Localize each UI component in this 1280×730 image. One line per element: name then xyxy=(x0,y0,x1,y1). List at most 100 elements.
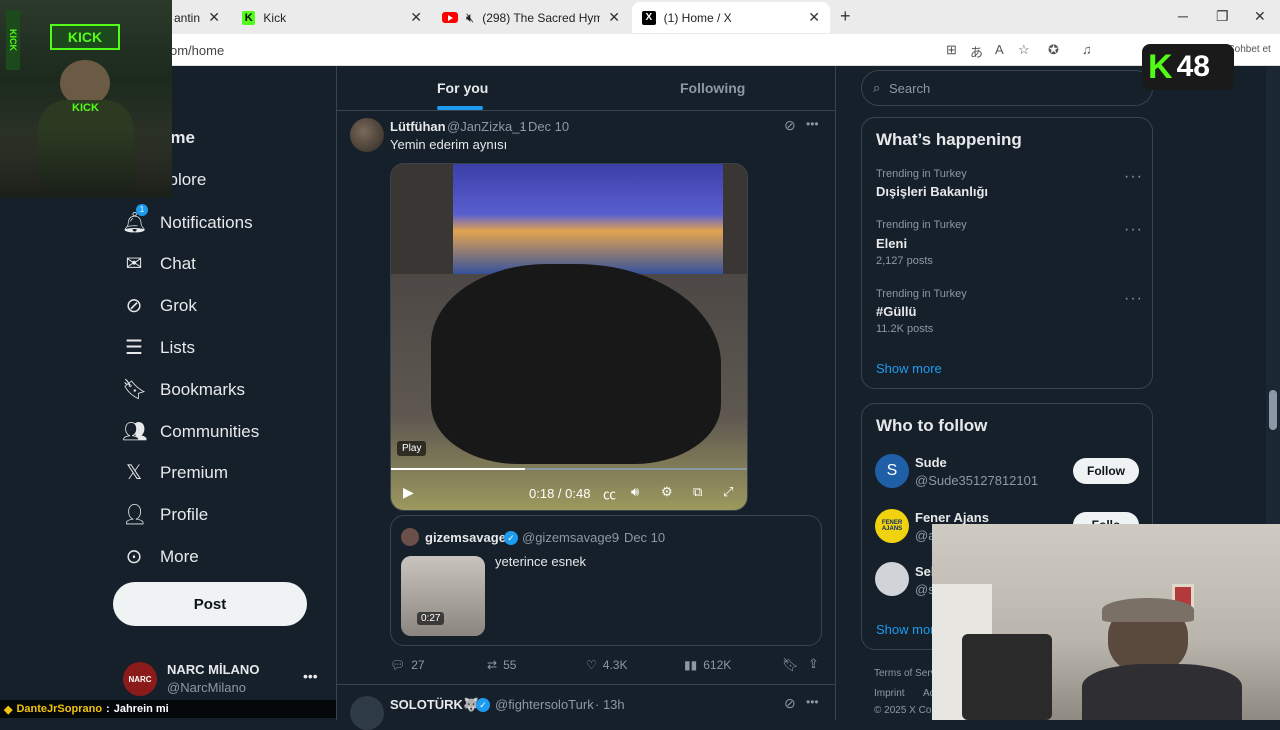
tab-youtube[interactable]: 🔇︎ (298) The Sacred Hymn of Wa ✕ xyxy=(432,2,630,33)
trend-more-icon[interactable]: ··· xyxy=(1124,221,1143,239)
account-menu-icon[interactable]: ••• xyxy=(303,668,318,684)
next-post-avatar[interactable] xyxy=(350,696,384,730)
verified-badge-icon: ✓ xyxy=(476,698,490,712)
quote-text: yeterince esnek xyxy=(495,554,587,569)
scrollbar-thumb[interactable] xyxy=(1269,390,1277,430)
video-progress-fill xyxy=(391,468,525,470)
nav-profile[interactable]: 👤︎ Profile xyxy=(122,502,208,527)
quoted-post[interactable]: gizemsavage ✓ @gizemsavage9 · Dec 10 0:2… xyxy=(390,515,822,646)
tab-kick[interactable]: K Kick ✕ xyxy=(232,2,432,33)
url-field[interactable]: om/home xyxy=(170,43,224,58)
nav-more[interactable]: ⊙ More xyxy=(122,544,199,569)
grok-analyze-icon[interactable]: ⊘ xyxy=(784,695,796,712)
tab-for-you[interactable]: For you xyxy=(437,80,488,96)
minimize-icon[interactable]: ─ xyxy=(1178,8,1188,24)
search-box[interactable]: ⌕ Search xyxy=(861,70,1153,106)
post-date[interactable]: · Dec 10 xyxy=(520,119,569,134)
window-close-icon[interactable]: ✕ xyxy=(1254,8,1266,25)
suggestion-avatar[interactable]: FENER AJANS xyxy=(875,509,909,543)
trend-more-icon[interactable]: ··· xyxy=(1124,168,1143,186)
suggestion-handle[interactable]: @Sude35127812101 xyxy=(915,473,1038,488)
quote-thumbnail[interactable]: 0:27 xyxy=(401,556,485,636)
reply-icon: 💬︎ xyxy=(390,658,406,672)
like-button[interactable]: ♡ 4.3K xyxy=(586,658,627,672)
trend-name[interactable]: Dışişleri Bakanlığı xyxy=(876,184,988,199)
grok-analyze-icon[interactable]: ⊘ xyxy=(784,117,796,134)
communities-icon: 👥︎ xyxy=(122,421,148,443)
read-aloud-icon[interactable]: A xyxy=(995,42,1004,57)
translate-icon[interactable]: あ xyxy=(970,42,983,61)
reply-button[interactable]: 💬︎ 27 xyxy=(390,658,425,672)
search-icon: ⌕ xyxy=(873,80,881,95)
x-logo-icon: 𝕏 xyxy=(125,462,143,484)
music-icon[interactable]: ♫ xyxy=(1082,42,1092,57)
search-input[interactable]: Search xyxy=(889,81,930,96)
fullscreen-icon[interactable]: ⤢ xyxy=(723,484,733,500)
nav-premium[interactable]: 𝕏 Premium xyxy=(122,460,228,485)
close-icon[interactable]: ✕ xyxy=(410,9,422,26)
post-author-handle[interactable]: @JanZizka_1 xyxy=(447,119,527,134)
suggestion-name[interactable]: Sude xyxy=(915,455,947,470)
share-icon[interactable]: ⇪ xyxy=(808,656,819,672)
muted-speaker-icon[interactable]: 🔇︎ xyxy=(466,10,474,26)
maximize-icon[interactable]: ❐ xyxy=(1216,8,1229,25)
next-post-author[interactable]: SOLOTÜRK🐺 xyxy=(390,697,479,713)
captions-icon[interactable]: ㏄ xyxy=(603,484,616,503)
tab-x-home[interactable]: X (1) Home / X ✕ xyxy=(632,2,830,33)
show-more-follow-link[interactable]: Show mor xyxy=(876,622,935,637)
nav-lists[interactable]: ☰ Lists xyxy=(122,335,195,360)
footer-terms-link[interactable]: Terms of Serv xyxy=(874,668,936,679)
kick-logo-icon: K xyxy=(1148,47,1173,86)
footer-imprint-link[interactable]: Imprint xyxy=(874,688,905,699)
chat-separator: : xyxy=(106,703,110,715)
trend-more-icon[interactable]: ··· xyxy=(1124,290,1143,308)
post-video[interactable]: Play ▶ 0:18 / 0:48 ㏄ 🔊︎ ⚙ ⧉ ⤢ xyxy=(390,163,748,511)
nav-chat[interactable]: ✉ Chat xyxy=(122,251,196,276)
new-tab-icon[interactable]: + xyxy=(840,6,851,27)
repost-button[interactable]: ⇄ 55 xyxy=(487,658,516,672)
post-more-icon[interactable]: ••• xyxy=(806,695,819,709)
volume-icon[interactable]: 🔊︎ xyxy=(631,484,639,500)
settings-gear-icon[interactable]: ⚙ xyxy=(661,484,673,500)
trend-category: Trending in Turkey xyxy=(876,219,967,231)
next-post-date[interactable]: · 13h xyxy=(595,697,625,712)
close-icon[interactable]: ✕ xyxy=(808,9,820,26)
favorite-star-icon[interactable]: ☆ xyxy=(1018,42,1030,58)
notification-badge: 1 xyxy=(136,204,148,216)
next-post-handle[interactable]: @fightersoloTurk xyxy=(495,697,594,712)
bookmark-action-icon[interactable]: 🔖︎ xyxy=(782,657,799,673)
pip-icon[interactable]: ⧉ xyxy=(693,484,702,500)
views-button[interactable]: ▮▮ 612K xyxy=(684,658,731,672)
tab-following[interactable]: Following xyxy=(680,80,745,96)
close-icon[interactable]: ✕ xyxy=(608,9,620,26)
suggestion-avatar[interactable]: S xyxy=(875,454,909,488)
quote-duration: 0:27 xyxy=(417,612,445,625)
account-avatar[interactable]: NARC xyxy=(123,662,157,696)
sohbet-label[interactable]: Sohbet et xyxy=(1228,44,1271,55)
play-icon[interactable]: ▶ xyxy=(403,484,414,501)
post-more-icon[interactable]: ••• xyxy=(806,117,819,131)
show-more-trends-link[interactable]: Show more xyxy=(876,361,942,376)
nav-grok[interactable]: ⊘ Grok xyxy=(122,293,197,318)
post-author-name[interactable]: Lütfühan xyxy=(390,119,446,134)
extensions-icon[interactable]: ✪ xyxy=(1048,42,1059,58)
kick-counter: 48 xyxy=(1176,50,1210,83)
nav-bookmarks[interactable]: 🔖︎ Bookmarks xyxy=(122,377,245,402)
chat-user-icon: ◆ xyxy=(4,703,13,716)
apps-icon[interactable]: ⊞ xyxy=(946,42,957,58)
post-avatar[interactable] xyxy=(350,118,384,152)
webcam-overlay xyxy=(932,524,1280,720)
account-handle[interactable]: @NarcMilano xyxy=(167,680,246,695)
post-button[interactable]: Post xyxy=(113,582,307,626)
close-icon[interactable]: ✕ xyxy=(208,9,220,26)
trend-name[interactable]: Eleni xyxy=(876,236,907,251)
nav-communities[interactable]: 👥︎ Communities xyxy=(122,419,259,444)
trend-category: Trending in Turkey xyxy=(876,168,967,180)
bell-icon: 🔔︎ 1 xyxy=(122,204,148,234)
follow-button[interactable]: Follow xyxy=(1073,458,1139,484)
trend-name[interactable]: #Güllü xyxy=(876,304,916,319)
nav-notifications[interactable]: 🔔︎ 1 Notifications xyxy=(122,204,253,235)
account-name[interactable]: NARC MİLANO xyxy=(167,662,259,677)
suggestion-avatar[interactable] xyxy=(875,562,909,596)
suggestion-name[interactable]: Fener Ajans xyxy=(915,510,989,525)
